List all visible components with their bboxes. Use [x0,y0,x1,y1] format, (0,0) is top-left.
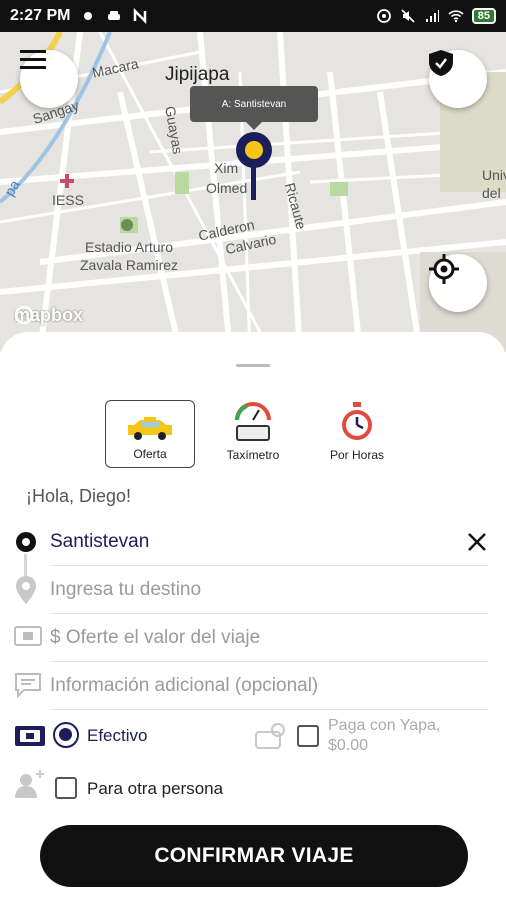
status-time: 2:27 PM [10,7,71,24]
n-app-icon [134,8,147,24]
mode-taximetro[interactable]: Taxímetro [208,400,298,468]
mute-icon [401,9,415,23]
place-label: IESS [52,192,84,208]
mapbox-logo: mapbox [14,305,84,325]
stadium-icon [121,219,133,231]
other-person-checkbox[interactable] [55,777,77,799]
pickup-tooltip: A: Santistevan [190,86,318,130]
car-icon [108,11,121,20]
battery-indicator: 85 [471,8,496,24]
yapa-card-icon [255,723,285,749]
offer-field[interactable]: $ Oferte el valor del viaje [50,614,488,662]
origin-dot-icon [16,532,36,552]
greeting-text: ¡Hola, Diego! [26,486,132,506]
yapa-checkbox[interactable] [297,725,319,747]
cash-icon [15,726,45,746]
place-label: Univ del [482,167,506,201]
origin-field[interactable]: Santistevan [50,518,488,566]
stopwatch-icon [342,402,372,440]
shield-icon [429,50,453,76]
message-icon [15,673,41,698]
hamburger-icon [20,50,46,69]
mapbox-icon [14,305,34,325]
menu-button[interactable] [20,50,78,108]
signal-icon [425,10,439,22]
city-label: Jipijapa [165,64,230,85]
yapa-label: Paga con Yapa, $0.00 [328,717,441,754]
cash-label: Efectivo [87,726,148,745]
wifi-icon [448,10,464,23]
additional-info-field[interactable]: Información adicional (opcional) [50,662,488,710]
destination-pin-icon [16,576,36,604]
locate-me-button[interactable] [429,254,487,312]
cash-radio[interactable] [53,722,79,748]
sheet-handle[interactable] [236,364,270,367]
place-label: Estadio Arturo Zavala Ramirez [80,239,179,273]
destination-field[interactable]: Ingresa tu destino [50,566,488,614]
map-view[interactable]: Jipijapa Macara Sangay Guayas Xim Olmed … [0,32,506,352]
add-person-icon [15,770,44,798]
taxi-icon [128,417,172,440]
mode-por-horas[interactable]: Por Horas [312,400,402,468]
mode-oferta[interactable]: Oferta [105,400,195,468]
money-icon [14,626,42,646]
other-person-label: Para otra persona [87,779,224,798]
status-bar: 2:27 PM 85 [0,0,506,32]
clear-origin-icon[interactable] [466,531,488,553]
weather-icon [84,12,93,20]
confirm-ride-button[interactable]: CONFIRMAR VIAJE [40,825,468,887]
hospital-icon [60,174,74,188]
safety-button[interactable] [429,50,487,108]
hotspot-icon [376,9,391,23]
taximeter-icon [235,402,271,441]
crosshair-icon [429,254,459,284]
pickup-pin-icon[interactable] [234,130,274,202]
ride-request-sheet: Oferta Taxímetro Por Horas ¡Hola, Diego!… [0,332,506,900]
